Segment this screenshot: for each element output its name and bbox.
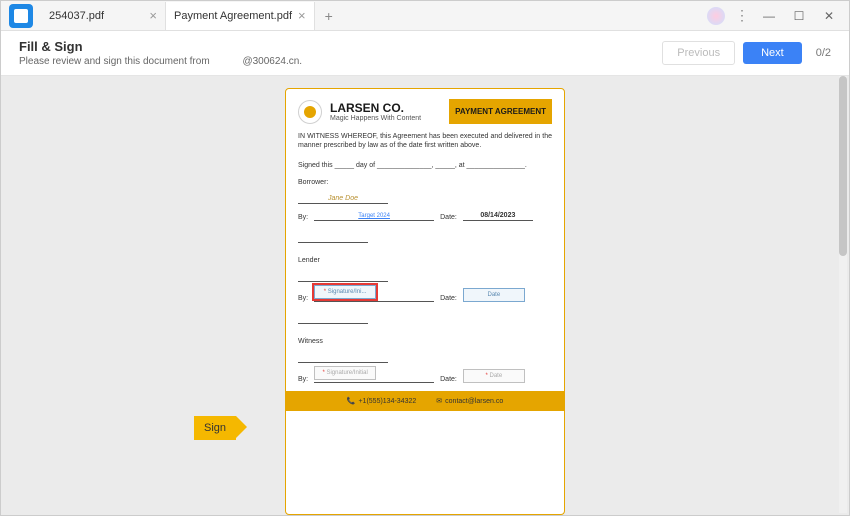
- document-page: LARSEN CO. Magic Happens With Content PA…: [285, 88, 565, 515]
- witness-signature-field[interactable]: * Signature/Initial: [314, 366, 376, 380]
- sign-pointer[interactable]: Sign: [194, 416, 236, 440]
- menu-icon[interactable]: ⋮: [735, 7, 749, 24]
- company-tagline: Magic Happens With Content: [330, 115, 441, 122]
- email-icon: ✉: [436, 397, 442, 405]
- intro-text: IN WITNESS WHEREOF, this Agreement has b…: [298, 132, 552, 150]
- document-footer: 📞 +1(555)134-34322 ✉ contact@larsen.co: [286, 391, 564, 411]
- company-name: LARSEN CO.: [330, 101, 441, 115]
- lender-extra-line: [298, 310, 368, 324]
- ai-icon[interactable]: [707, 7, 725, 25]
- lender-date-field[interactable]: Date: [463, 288, 525, 302]
- vertical-scrollbar[interactable]: [839, 76, 847, 513]
- add-tab-button[interactable]: +: [315, 8, 343, 24]
- close-icon[interactable]: ×: [149, 8, 157, 23]
- tab-0[interactable]: 254037.pdf ×: [41, 2, 166, 30]
- close-window-icon[interactable]: ✕: [819, 6, 839, 26]
- lender-name-line: [298, 268, 388, 282]
- borrower-date-field: 08/14/2023: [463, 207, 533, 221]
- signed-line: Signed this _____ day of ______________,…: [298, 162, 552, 169]
- maximize-icon[interactable]: ☐: [789, 6, 809, 26]
- borrower-name-field: Jane Doe: [298, 190, 388, 204]
- footer-phone: 📞 +1(555)134-34322: [347, 397, 417, 405]
- borrower-label: Borrower:: [298, 179, 552, 186]
- witness-label: Witness: [298, 338, 552, 345]
- witness-name-line: [298, 349, 388, 363]
- borrower-extra-line: [298, 229, 368, 243]
- previous-button[interactable]: Previous: [662, 41, 735, 65]
- lender-label: Lender: [298, 257, 552, 264]
- title-bar: 254037.pdf × Payment Agreement.pdf × + ⋮…: [1, 1, 849, 31]
- witness-date-field[interactable]: * Date: [463, 369, 525, 383]
- window-controls: ⋮ — ☐ ✕: [707, 6, 849, 26]
- header-bar: Fill & Sign Please review and sign this …: [1, 31, 849, 76]
- tab-label: 254037.pdf: [49, 10, 143, 22]
- borrower-sig-field: Target 2024: [314, 207, 434, 221]
- next-button[interactable]: Next: [743, 42, 802, 64]
- close-icon[interactable]: ×: [298, 8, 306, 23]
- minimize-icon[interactable]: —: [759, 6, 779, 26]
- phone-icon: 📞: [347, 397, 356, 405]
- page-count: 0/2: [816, 47, 831, 59]
- tab-label: Payment Agreement.pdf: [174, 10, 292, 22]
- page-title: Fill & Sign: [19, 39, 662, 54]
- document-badge: PAYMENT AGREEMENT: [449, 99, 552, 124]
- app-icon: [9, 4, 33, 28]
- company-logo-icon: [298, 100, 322, 124]
- tabs-section: 254037.pdf × Payment Agreement.pdf × +: [41, 2, 707, 30]
- tab-1[interactable]: Payment Agreement.pdf ×: [166, 2, 315, 30]
- footer-email: ✉ contact@larsen.co: [436, 397, 503, 405]
- page-subtitle: Please review and sign this document fro…: [19, 56, 662, 67]
- document-viewport: Sign LARSEN CO. Magic Happens With Conte…: [1, 76, 849, 515]
- scrollbar-thumb[interactable]: [839, 76, 847, 256]
- lender-signature-field[interactable]: * Signature/Ini...: [314, 285, 376, 299]
